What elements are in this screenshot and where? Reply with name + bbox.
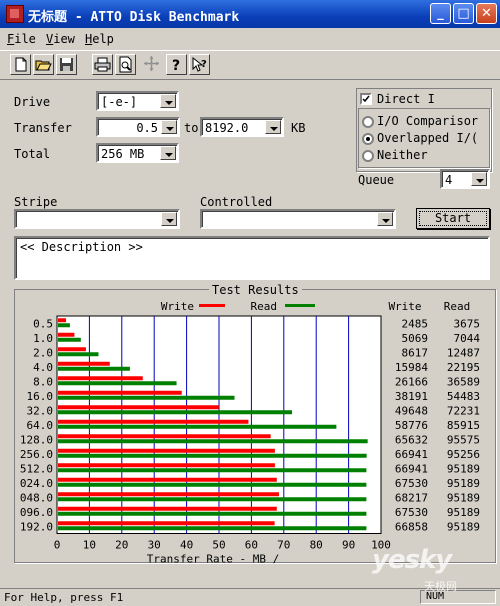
io-comparison-label[interactable]: I/O Comparisor <box>377 114 483 128</box>
controlled-select[interactable] <box>200 209 396 229</box>
direct-io-label[interactable]: Direct I <box>377 92 435 106</box>
maximize-button[interactable]: □ <box>453 3 474 24</box>
menu-bar <box>0 28 500 48</box>
chevron-down-icon[interactable] <box>471 172 487 186</box>
queue-value: 4 <box>445 173 453 187</box>
chevron-down-icon[interactable] <box>265 120 281 134</box>
chevron-down-icon[interactable] <box>161 120 177 134</box>
overlapped-io-label[interactable]: Overlapped I/( <box>377 131 483 145</box>
direct-io-checkbox[interactable] <box>360 93 372 105</box>
total-label: Total <box>14 147 51 161</box>
results-title: Test Results <box>209 283 302 297</box>
svg-text:?: ? <box>201 59 207 70</box>
minimize-button[interactable]: _ <box>430 3 451 24</box>
transfer-to-select[interactable]: 8192.0 <box>200 117 284 137</box>
transfer-from-select[interactable]: 0.5 <box>96 117 180 137</box>
total-select[interactable]: 256 MB <box>96 143 179 163</box>
transfer-label: Transfer <box>14 121 72 135</box>
yesky-logo: yesky <box>372 545 452 575</box>
help-question-icon[interactable]: ? <box>166 54 187 75</box>
queue-label: Queue <box>358 173 395 187</box>
move-cross-icon[interactable] <box>141 54 162 75</box>
new-file-icon[interactable] <box>10 54 31 75</box>
results-frame <box>14 289 496 563</box>
chevron-down-icon[interactable] <box>160 94 176 108</box>
description-text: << Description >> <box>20 240 143 254</box>
neither-label[interactable]: Neither <box>377 148 428 162</box>
overlapped-io-radio[interactable] <box>362 133 374 145</box>
transfer-from-value: 0.5 <box>136 121 158 135</box>
transfer-to-value: 8192.0 <box>205 121 249 135</box>
app-icon[interactable] <box>6 5 24 23</box>
menu-view[interactable]: View <box>46 32 75 46</box>
total-value: 256 MB <box>101 147 145 161</box>
open-folder-icon[interactable] <box>33 54 54 75</box>
close-button[interactable]: ✕ <box>476 3 497 24</box>
queue-select[interactable]: 4 <box>440 169 490 189</box>
chevron-down-icon[interactable] <box>160 146 176 160</box>
controlled-label: Controlled <box>200 195 273 209</box>
context-help-icon[interactable]: ? <box>189 54 210 75</box>
transfer-to-label: to <box>184 121 199 135</box>
description-box[interactable]: << Description >> <box>14 236 490 280</box>
status-text: For Help, press F1 <box>4 591 124 604</box>
chevron-down-icon[interactable] <box>377 212 393 226</box>
neither-radio[interactable] <box>362 150 374 162</box>
stripe-label: Stripe <box>14 195 58 209</box>
start-button[interactable]: Start <box>416 208 490 229</box>
io-comparison-radio[interactable] <box>362 116 374 128</box>
start-label: Start <box>419 211 487 226</box>
yesky-logo-sub: 天极网 <box>424 580 457 593</box>
transfer-unit-label: KB <box>291 121 306 135</box>
drive-label: Drive <box>14 95 51 109</box>
window-title: 无标题 - ATTO Disk Benchmark <box>28 10 240 25</box>
save-disk-icon[interactable] <box>56 54 77 75</box>
chevron-down-icon[interactable] <box>161 212 177 226</box>
print-preview-icon[interactable] <box>115 54 136 75</box>
print-icon[interactable] <box>92 54 113 75</box>
drive-select[interactable]: [-e-] <box>96 91 179 111</box>
svg-text:?: ? <box>172 58 180 74</box>
drive-value: [-e-] <box>101 95 138 109</box>
menu-file[interactable]: File <box>7 32 36 46</box>
menu-help[interactable]: Help <box>85 32 114 46</box>
stripe-select[interactable] <box>14 209 180 229</box>
